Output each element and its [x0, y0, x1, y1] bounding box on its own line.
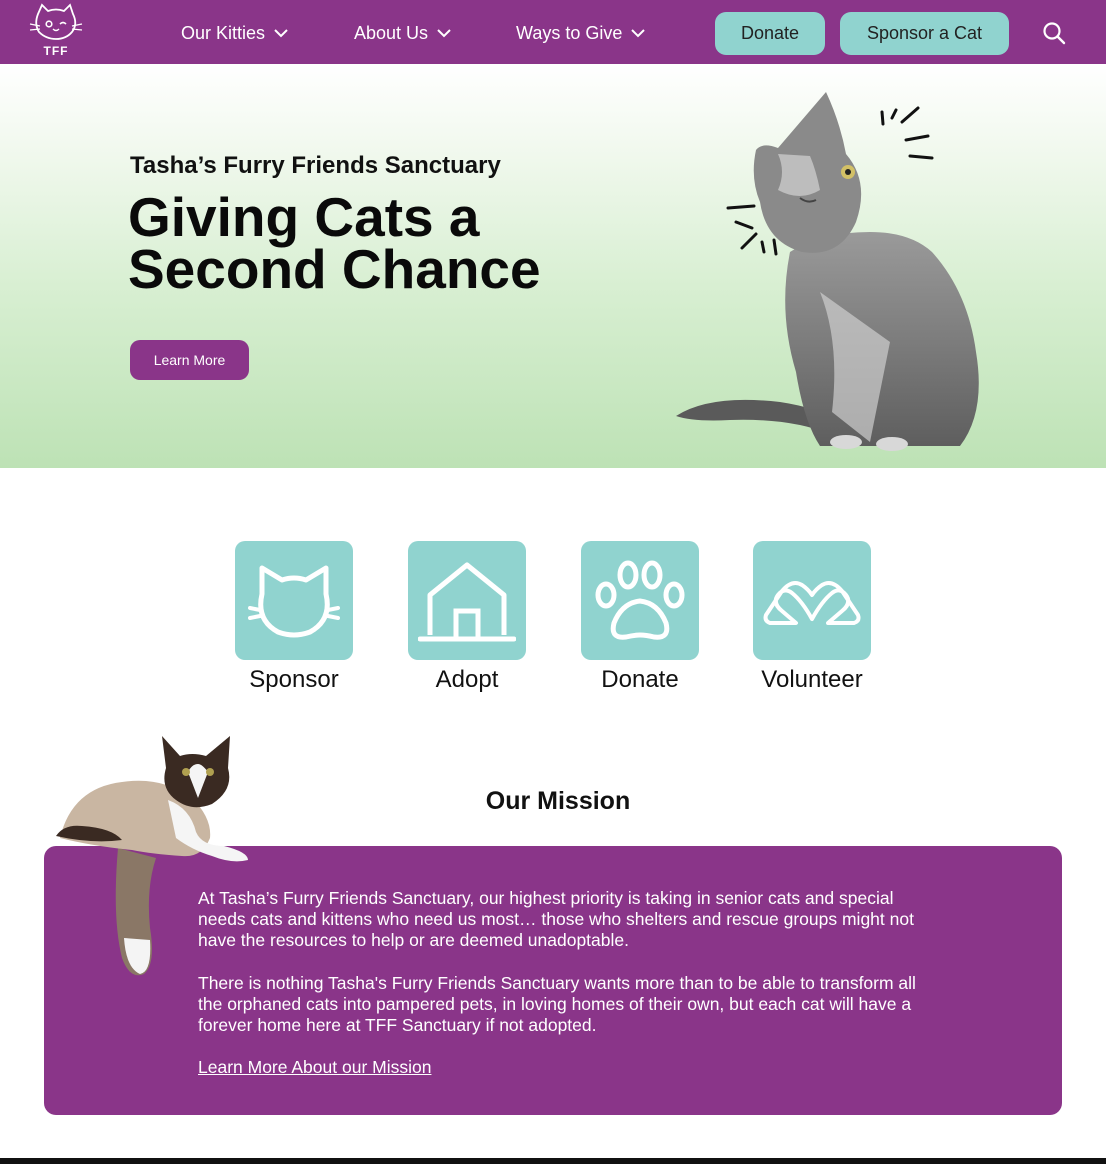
adopt-tile[interactable]: Adopt [408, 541, 526, 694]
sponsor-tile[interactable]: Sponsor [235, 541, 353, 694]
hero-title: Giving Cats a Second Chance [128, 186, 541, 300]
site-header: TFF Our Kitties About Us Ways to Give Do… [0, 0, 1106, 64]
mission-learn-more-link[interactable]: Learn More About our Mission [198, 1057, 431, 1078]
volunteer-tile[interactable]: Volunteer [753, 541, 871, 694]
sponsor-label: Sponsor [249, 666, 339, 693]
nav-about-us[interactable]: About Us [354, 20, 452, 46]
nav-ways-to-give[interactable]: Ways to Give [516, 20, 646, 46]
logo-text: TFF [43, 44, 69, 58]
learn-more-button[interactable]: Learn More [130, 340, 249, 380]
search-icon[interactable] [1042, 21, 1066, 45]
chevron-down-icon [631, 29, 646, 38]
cat-head-icon [248, 565, 340, 637]
hero-section: Tasha’s Furry Friends Sanctuary Giving C… [0, 64, 1106, 468]
chevron-down-icon [437, 29, 451, 38]
chevron-down-icon [274, 29, 288, 38]
mission-paragraph-1: At Tasha’s Furry Friends Sanctuary, our … [198, 888, 914, 950]
hero-subtitle: Tasha’s Furry Friends Sanctuary [130, 152, 501, 179]
tff-logo[interactable]: TFF [28, 2, 84, 60]
donate-label: Donate [601, 666, 679, 693]
mission-paragraph-2: There is nothing Tasha's Furry Friends S… [198, 973, 916, 1035]
cat-photo [56, 736, 248, 976]
volunteer-label: Volunteer [761, 666, 863, 693]
adopt-label: Adopt [435, 666, 499, 693]
nav-label: Our Kitties [181, 22, 266, 43]
house-icon [418, 562, 516, 641]
donate-button[interactable]: Donate [715, 12, 825, 55]
donate-tile[interactable]: Donate [581, 541, 699, 694]
nav-label: Ways to Give [516, 22, 623, 43]
sponsor-cat-button[interactable]: Sponsor a Cat [840, 12, 1009, 55]
sponsor-tile-box [235, 541, 353, 660]
volunteer-tile-box [753, 541, 871, 660]
donate-tile-box [581, 541, 699, 660]
adopt-tile-box [408, 541, 526, 660]
nav-label: About Us [354, 22, 429, 43]
paw-icon [595, 560, 685, 640]
cat-photo [676, 92, 979, 451]
nav-our-kitties[interactable]: Our Kitties [181, 20, 289, 46]
heart-hands-icon [763, 580, 861, 625]
footer-edge [0, 1158, 1106, 1164]
